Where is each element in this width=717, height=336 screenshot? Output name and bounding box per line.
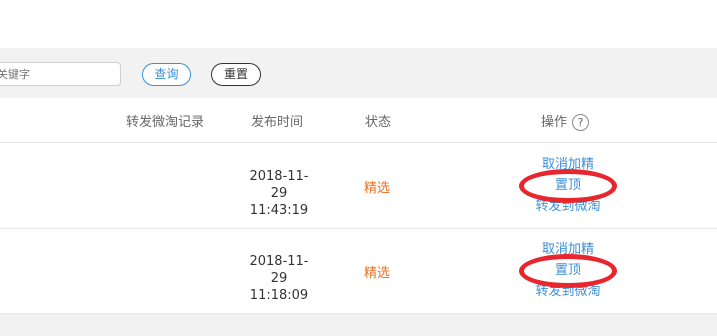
publish-clock: 11:18:09 [249,288,309,303]
header-operation: 操作? [541,111,590,131]
header-operation-label: 操作 [541,115,568,130]
operation-cell: 取消加精 置顶 转发到微淘 [525,239,611,302]
reset-button[interactable]: 重置 [211,63,261,86]
repost-to-weitao-link[interactable]: 转发到微淘 [525,196,611,217]
query-button[interactable]: 查询 [142,63,191,86]
pin-top-link[interactable]: 置顶 [525,260,611,281]
operation-cell: 取消加精 置顶 转发到微淘 [525,154,611,217]
repost-to-weitao-link[interactable]: 转发到微淘 [525,281,611,302]
status-featured: 精选 [364,266,391,281]
publish-date: 2018-11-29 [249,169,309,201]
top-blank-area [0,0,717,48]
publish-time-cell: 2018-11-29 11:18:09 [242,253,316,304]
bottom-gray-band [0,314,717,336]
header-status: 状态 [365,115,392,130]
table-row: 2018-11-29 11:43:19 精选 取消加精 置顶 转发到微淘 [0,144,717,229]
status-featured: 精选 [364,181,391,196]
filter-bar [0,48,717,98]
publish-clock: 11:43:19 [249,203,309,218]
help-icon[interactable]: ? [572,114,590,131]
keyword-search-input[interactable] [0,62,121,86]
header-repost-record: 转发微淘记录 [126,115,205,130]
publish-date: 2018-11-29 [249,254,309,286]
table-header: ( 转发微淘记录 发布时间 状态 操作? [0,98,717,143]
cancel-featured-link[interactable]: 取消加精 [525,154,611,175]
pin-top-link[interactable]: 置顶 [525,175,611,196]
header-publish-time: 发布时间 [251,115,304,130]
publish-time-cell: 2018-11-29 11:43:19 [242,168,316,219]
table-row: 2018-11-29 11:18:09 精选 取消加精 置顶 转发到微淘 [0,229,717,314]
cancel-featured-link[interactable]: 取消加精 [525,239,611,260]
